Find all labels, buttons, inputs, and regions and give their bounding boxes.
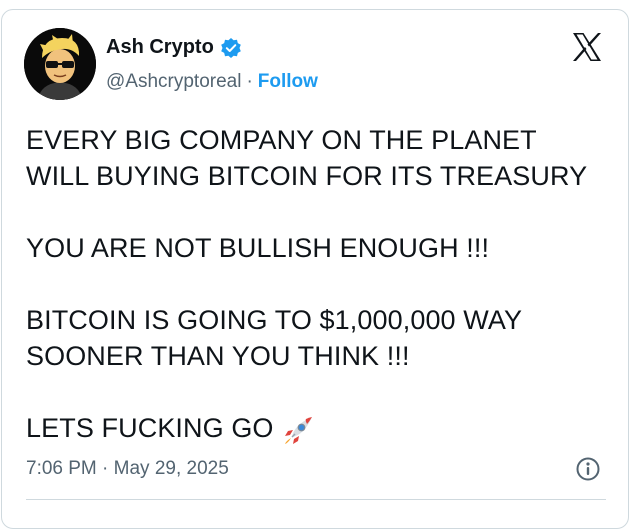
tweet-line: BITCOIN IS GOING TO $1,000,000 WAY [26, 305, 523, 335]
tweet-line: WILL BUYING BITCOIN FOR ITS TREASURY [26, 161, 588, 191]
author-handle[interactable]: @Ashcryptoreal [106, 71, 241, 92]
tweet-line: EVERY BIG COMPANY ON THE PLANET [26, 125, 537, 155]
footer-divider [26, 499, 606, 500]
info-icon[interactable] [575, 456, 601, 482]
author-name[interactable]: Ash Crypto [106, 36, 214, 59]
separator-dot: · [246, 71, 253, 92]
follow-button[interactable]: Follow [258, 71, 318, 92]
verified-badge-icon [220, 37, 241, 58]
tweet-timestamp[interactable]: 7:06 PM · May 29, 2025 [26, 458, 229, 480]
rocket-icon [284, 416, 312, 444]
tweet-line: LETS FUCKING GO [26, 413, 274, 443]
tweet-line: SOONER THAN YOU THINK !!! [26, 341, 410, 371]
tweet-line: YOU ARE NOT BULLISH ENOUGH !!! [26, 233, 490, 263]
avatar[interactable] [24, 28, 96, 100]
author-name-row: Ash Crypto [106, 36, 242, 59]
tweet-text: EVERY BIG COMPANY ON THE PLANET WILL BUY… [26, 122, 606, 447]
author-handle-row: @Ashcryptoreal · Follow [106, 71, 318, 93]
x-logo-icon[interactable] [571, 31, 603, 63]
avatar-image [24, 28, 96, 100]
tweet-last-line: LETS FUCKING GO [26, 410, 606, 447]
